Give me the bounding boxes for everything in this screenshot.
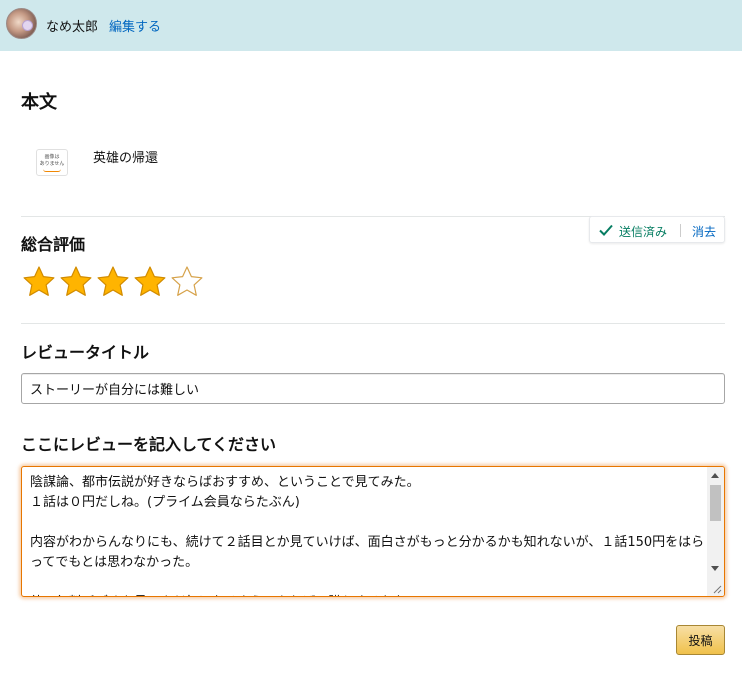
resize-grip-icon[interactable]	[712, 584, 722, 594]
avatar	[6, 8, 37, 39]
scroll-thumb[interactable]	[710, 485, 721, 521]
review-body-text[interactable]: 陰謀論、都市伝説が好きならばおすすめ、ということで見てみた。 １話は０円だしね。…	[30, 473, 706, 596]
scroll-up-arrow-icon[interactable]	[711, 473, 719, 478]
review-title-input[interactable]	[21, 373, 725, 404]
product-image-placeholder: 画像は ありません	[36, 149, 68, 176]
star-empty-icon[interactable]	[169, 264, 205, 300]
image-placeholder-text-1: 画像は	[44, 154, 60, 160]
username: なめ太郎	[46, 20, 99, 35]
scroll-down-arrow-icon[interactable]	[711, 566, 719, 571]
review-title-label: レビュータイトル	[21, 343, 150, 362]
star-filled-icon[interactable]	[21, 264, 57, 300]
sent-status-label: 送信済み	[619, 225, 668, 239]
review-paragraph: 内容がわからんなりにも、続けて２話目とか見ていけば、面白さがもっと分かるかも知れ…	[30, 535, 705, 570]
top-bar: なめ太郎 編集する	[0, 0, 742, 51]
star-filled-icon[interactable]	[58, 264, 94, 300]
clear-rating-link[interactable]: 消去	[692, 223, 716, 240]
review-body-label: ここにレビューを記入してください	[21, 435, 277, 454]
image-placeholder-text-2: ありません	[39, 161, 65, 167]
edit-profile-link[interactable]: 編集する	[109, 16, 161, 35]
post-button[interactable]: 投稿	[676, 625, 725, 655]
page-title: 本文	[21, 92, 57, 113]
overall-rating-label: 総合評価	[21, 235, 86, 254]
smile-logo-icon	[43, 169, 61, 172]
review-paragraph: 他の無料ビデオを見てまだ気になるようであれば、購入するかな。	[30, 593, 706, 596]
review-body-textarea[interactable]: 陰謀論、都市伝説が好きならばおすすめ、ということで見てみた。 １話は０円だしね。…	[21, 466, 725, 597]
separator	[680, 224, 681, 237]
review-paragraph: 陰謀論、都市伝説が好きならばおすすめ、ということで見てみた。 １話は０円だしね。…	[30, 475, 420, 510]
star-filled-icon[interactable]	[95, 264, 131, 300]
textarea-scrollbar[interactable]	[707, 467, 724, 596]
rating-status-box: 送信済み 消去	[589, 216, 725, 243]
product-name: 英雄の帰還	[93, 151, 159, 166]
star-filled-icon[interactable]	[132, 264, 168, 300]
checkmark-icon	[599, 224, 613, 236]
star-rating[interactable]	[21, 264, 205, 300]
divider	[21, 323, 725, 324]
